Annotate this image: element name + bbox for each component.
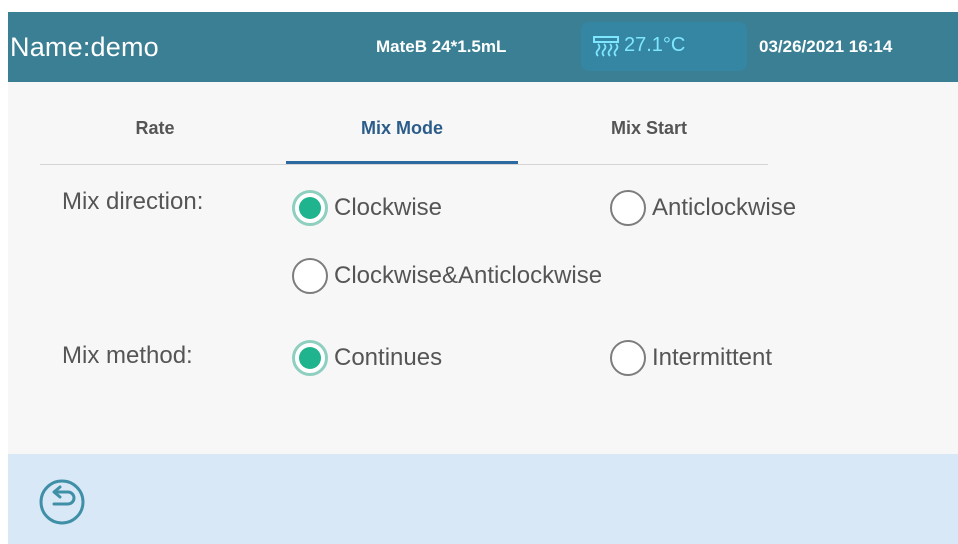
temperature-display[interactable]: 27.1°C — [581, 22, 747, 71]
mix-method-label: Mix method: — [62, 342, 193, 369]
radio-clockwise[interactable]: Clockwise — [292, 190, 442, 226]
radio-button[interactable] — [292, 190, 328, 226]
radio-label: Continues — [334, 344, 443, 371]
footer-bar — [8, 454, 958, 544]
mix-direction-label: Mix direction: — [62, 188, 204, 215]
experiment-name: Name:demo — [10, 32, 159, 62]
active-tab-indicator — [286, 161, 518, 164]
tab-rate[interactable]: Rate — [40, 118, 270, 139]
radio-label: Intermittent — [652, 344, 773, 371]
radio-label: Anticlockwise — [652, 194, 797, 221]
radio-button[interactable] — [610, 340, 646, 376]
radio-label: Clockwise — [334, 194, 443, 221]
tab-mix-mode[interactable]: Mix Mode — [287, 118, 517, 139]
temperature-value: 27.1°C — [624, 34, 686, 56]
radio-button[interactable] — [292, 258, 328, 294]
radio-button[interactable] — [292, 340, 328, 376]
radio-intermittent[interactable]: Intermittent — [610, 340, 772, 376]
radio-anticlockwise[interactable]: Anticlockwise — [610, 190, 796, 226]
rotor-info: MateB 24*1.5mL — [376, 37, 507, 56]
heater-icon — [593, 36, 619, 57]
back-arrow-icon[interactable] — [38, 478, 86, 526]
radio-label: Clockwise&Anticlockwise — [334, 262, 603, 289]
header-bar: Name:demo MateB 24*1.5mL 27.1°C 03/26/20… — [8, 12, 958, 82]
tab-mix-start[interactable]: Mix Start — [534, 118, 764, 139]
app-screen: Name:demo MateB 24*1.5mL 27.1°C 03/26/20… — [8, 12, 958, 544]
radio-button[interactable] — [610, 190, 646, 226]
tab-bar: Rate Mix Mode Mix Start — [40, 82, 768, 165]
date-time: 03/26/2021 16:14 — [759, 37, 893, 56]
radio-continues[interactable]: Continues — [292, 340, 442, 376]
radio-clockwise-anticlockwise[interactable]: Clockwise&Anticlockwise — [292, 258, 602, 294]
